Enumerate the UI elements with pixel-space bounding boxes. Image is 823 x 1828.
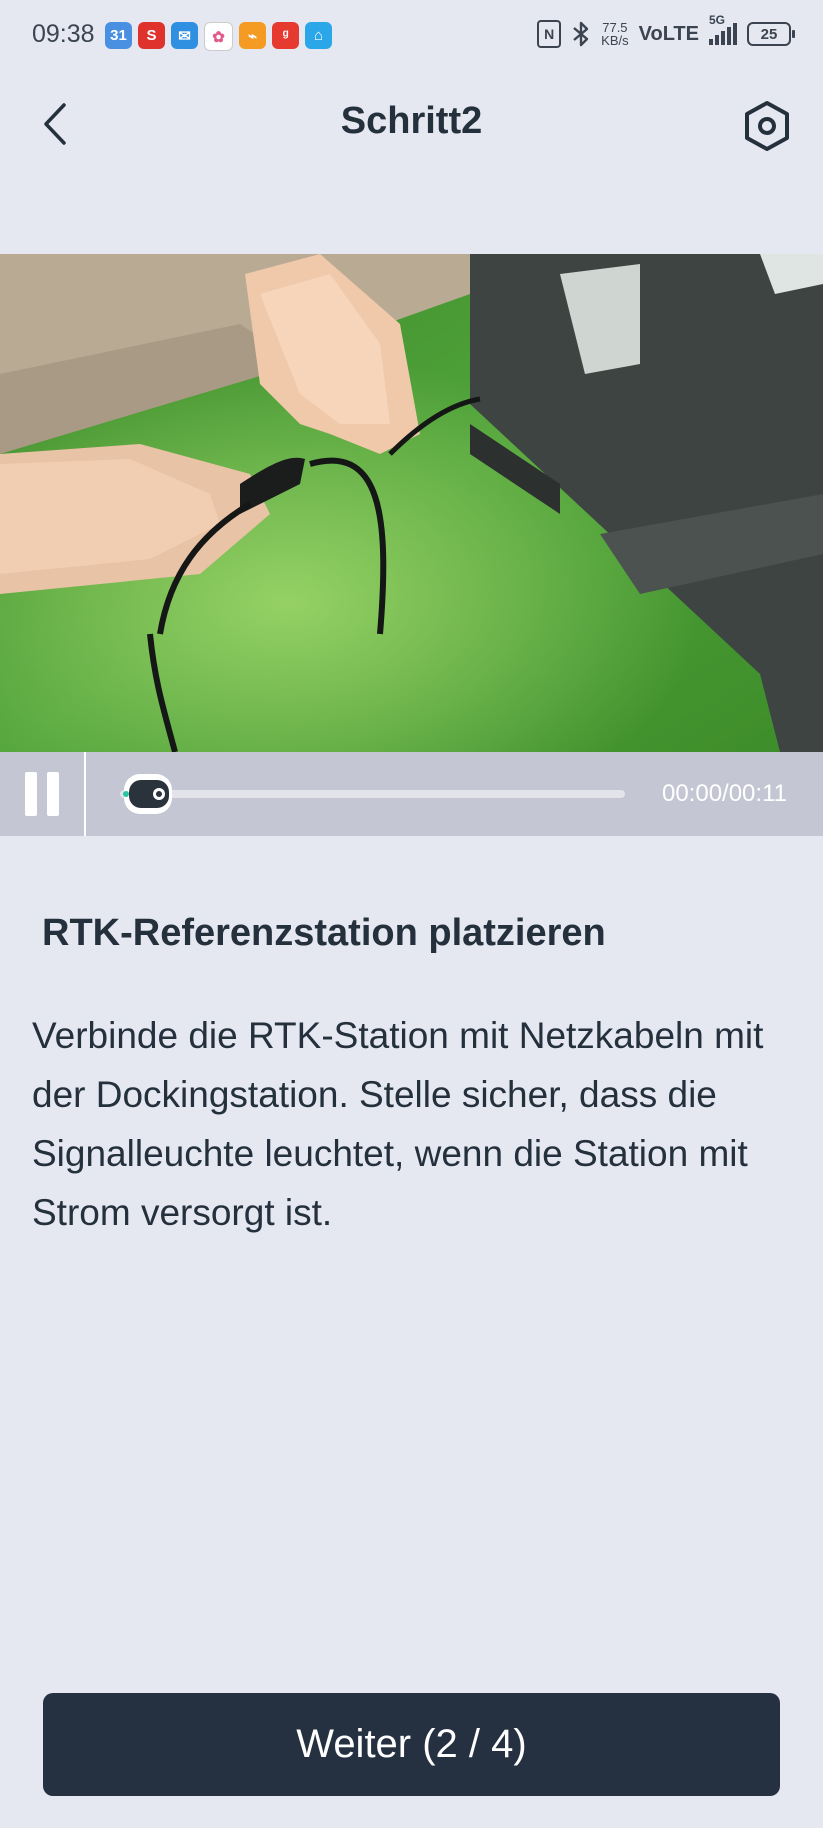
volte-indicator: VoLTE <box>638 22 699 45</box>
red-app-icon: ᵍ <box>272 22 299 49</box>
next-button[interactable]: Weiter (2 / 4) <box>43 1693 780 1796</box>
mail-app-icon: ✉ <box>171 22 198 49</box>
network-speed: 77.5 KB/s <box>601 21 628 47</box>
status-indicators: N 77.5 KB/s VoLTE 5G 25 <box>537 13 795 48</box>
network-type: 5G <box>709 13 726 27</box>
progress-thumb[interactable] <box>122 772 178 816</box>
mower-thumb-icon <box>123 774 172 814</box>
nfc-icon: N <box>537 20 562 48</box>
pause-icon <box>25 772 37 816</box>
video-frame-image <box>0 254 823 752</box>
link-app-icon: ⌁ <box>239 22 266 49</box>
bluetooth-icon <box>573 21 589 47</box>
battery-icon: 25 <box>747 22 795 46</box>
settings-button[interactable] <box>739 98 795 154</box>
video-time: 00:00/00:11 <box>661 780 787 807</box>
step-title: RTK-Referenzstation platzieren <box>42 912 606 954</box>
progress-track[interactable] <box>120 790 625 798</box>
tutorial-video[interactable] <box>0 254 823 752</box>
s-app-icon: S <box>138 22 165 49</box>
controls-divider <box>84 752 86 836</box>
flower-app-icon: ✿ <box>204 22 233 51</box>
notification-icons: 31 S ✉ ✿ ⌁ ᵍ ⌂ <box>105 22 332 51</box>
hexagon-settings-icon <box>745 101 789 151</box>
calendar-app-icon: 31 <box>105 22 132 49</box>
status-time: 09:38 <box>32 20 95 48</box>
network-speed-unit: KB/s <box>601 33 629 48</box>
app-header: Schritt2 <box>0 72 823 180</box>
video-controls: 00:00/00:11 <box>0 752 823 836</box>
page-title: Schritt2 <box>340 100 483 142</box>
pause-button[interactable] <box>20 772 64 816</box>
status-bar: 09:38 31 S ✉ ✿ ⌁ ᵍ ⌂ N 77.5 KB/s VoLTE 5G 25 <box>0 0 823 72</box>
signal-icon: 5G <box>709 13 737 45</box>
step-description: Verbinde die RTK-Station mit Netzkabeln … <box>32 1015 764 1233</box>
home-app-icon: ⌂ <box>305 22 332 49</box>
